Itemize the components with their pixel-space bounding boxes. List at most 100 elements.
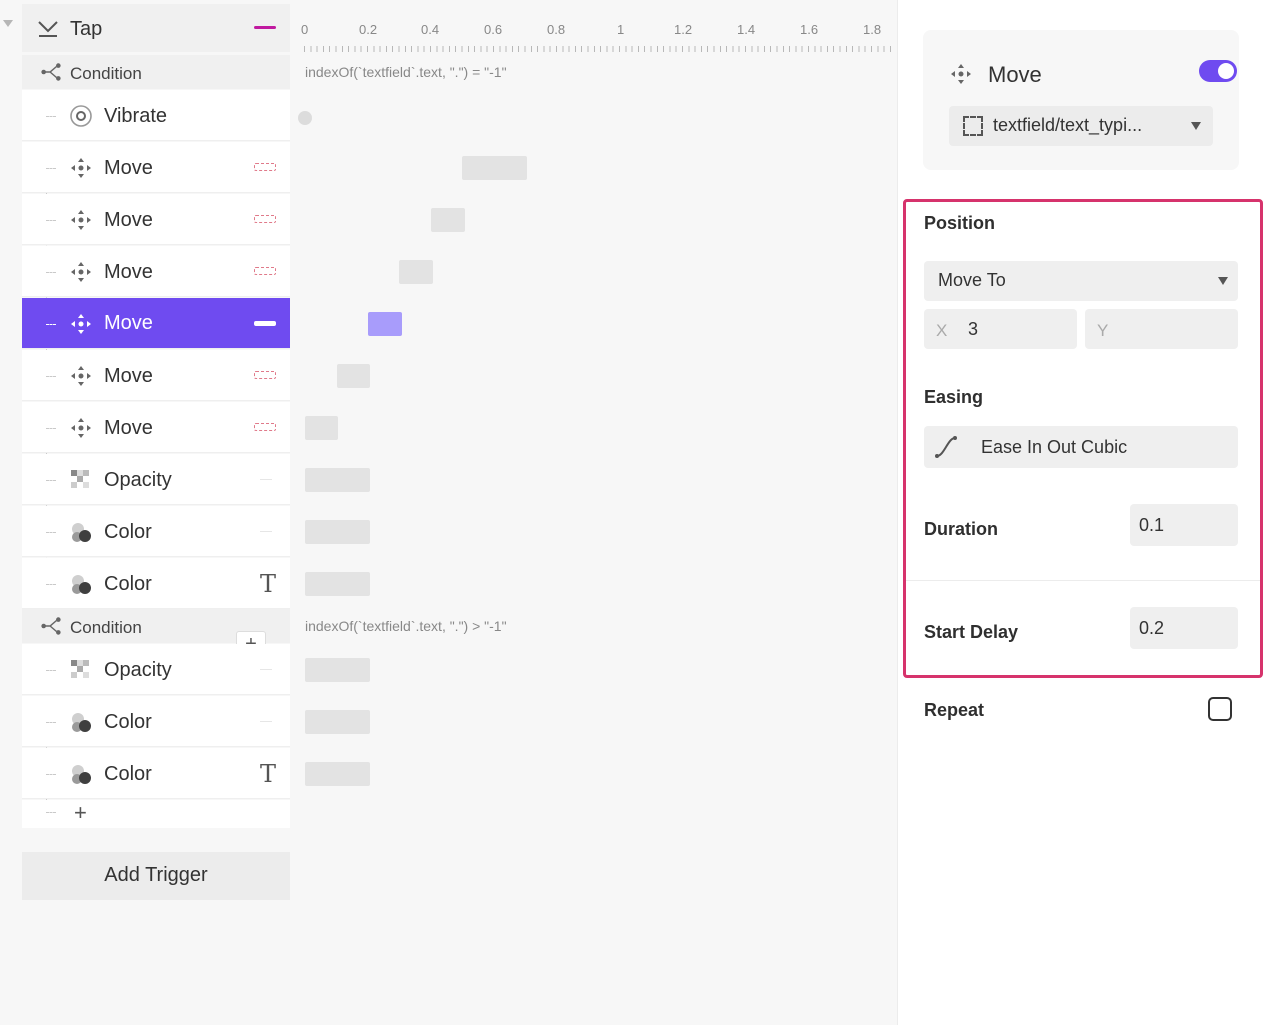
trigger-row-tap[interactable]: Tap — [22, 4, 290, 52]
repeat-label: Repeat — [924, 700, 985, 720]
action-row-color-1[interactable]: Color — [22, 506, 290, 557]
chevron-down-icon — [1191, 122, 1201, 130]
condition-row-1[interactable]: Condition — [22, 55, 290, 89]
timeline-bar-color-4[interactable] — [305, 762, 370, 786]
move-arrows-icon — [71, 366, 91, 386]
timeline-bar-opacity-2[interactable] — [305, 658, 370, 682]
action-row-move-4-selected[interactable]: Move — [22, 298, 290, 349]
action-row-move-1[interactable]: Move — [22, 142, 290, 193]
action-label: Color — [104, 521, 152, 543]
color-drops-icon — [72, 523, 91, 542]
timeline-bar-move-1[interactable] — [462, 156, 527, 180]
timeline-tick: 1.8 — [863, 22, 882, 37]
timeline-bar-color-1[interactable] — [305, 520, 370, 544]
condition-expression-2: indexOf(`textfield`.text, ".") > "-1" — [305, 618, 507, 634]
timeline-ruler[interactable] — [304, 46, 894, 52]
action-label: Move — [104, 157, 153, 179]
timeline-panel: 0 0.2 0.4 0.6 0.8 1 1.2 1.4 1.6 1.8 inde… — [290, 0, 898, 1025]
vibrate-icon — [70, 105, 92, 127]
trigger-label: Tap — [70, 18, 103, 40]
collapse-gutter — [0, 0, 22, 1025]
target-label: textfield/text_typi... — [993, 115, 1143, 135]
color-drops-icon — [72, 575, 91, 594]
condition-label: Condition — [70, 618, 142, 637]
timeline-bar-color-2[interactable] — [305, 572, 370, 596]
move-arrows-icon — [71, 262, 91, 282]
collapse-triangle-icon[interactable] — [3, 20, 13, 27]
action-row-move-5[interactable]: Move — [22, 350, 290, 401]
opacity-checker-icon — [71, 470, 89, 488]
condition-row-2[interactable]: Condition + — [22, 609, 290, 659]
action-label: Move — [104, 209, 153, 231]
action-row-move-2[interactable]: Move — [22, 194, 290, 245]
timeline-bar-color-3[interactable] — [305, 710, 370, 734]
action-header-card: Move textfield/text_typi... — [923, 30, 1239, 170]
timeline-tick: 1 — [617, 22, 625, 37]
timeline-bar-move-6[interactable] — [305, 416, 338, 440]
timeline-tick: 1.2 — [674, 22, 693, 37]
move-arrows-icon — [71, 418, 91, 438]
timeline-bar-move-4-selected[interactable] — [368, 312, 402, 336]
move-arrows-icon — [71, 158, 91, 178]
add-action-row[interactable]: + — [22, 800, 290, 828]
action-title: Move — [988, 62, 1042, 87]
timeline-bar-move-2[interactable] — [431, 208, 465, 232]
action-label: Move — [104, 312, 153, 334]
move-track-badge — [254, 371, 276, 379]
action-row-move-6[interactable]: Move — [22, 402, 290, 453]
layer-frame-icon — [963, 116, 983, 136]
move-track-badge — [254, 321, 276, 326]
add-action-plus-icon[interactable]: + — [74, 800, 87, 826]
action-label: Vibrate — [104, 105, 168, 127]
timeline-tick: 0.4 — [421, 22, 440, 37]
timeline-tick: 1.6 — [800, 22, 819, 37]
condition-branch-icon — [41, 63, 61, 81]
action-label: Opacity — [104, 659, 172, 681]
color-drops-icon — [72, 765, 91, 784]
text-type-icon: T — [259, 570, 276, 598]
action-label: Move — [104, 365, 153, 387]
timeline-tick: 1.4 — [737, 22, 756, 37]
move-arrows-icon — [71, 314, 91, 334]
action-enabled-toggle[interactable] — [1199, 60, 1237, 82]
condition-branch-icon — [41, 617, 61, 635]
vibrate-keyframe[interactable] — [298, 111, 312, 125]
opacity-checker-icon — [71, 660, 89, 678]
condition-expression-1: indexOf(`textfield`.text, ".") = "-1" — [305, 64, 507, 80]
action-row-move-3[interactable]: Move — [22, 246, 290, 297]
move-track-badge — [254, 215, 276, 223]
move-arrows-icon — [71, 210, 91, 230]
move-track-badge — [254, 163, 276, 171]
move-track-badge — [254, 267, 276, 275]
action-label: Opacity — [104, 469, 172, 491]
timeline-tick: 0.8 — [547, 22, 566, 37]
action-row-opacity[interactable]: Opacity — [22, 454, 290, 505]
timeline-tick: 0.6 — [484, 22, 503, 37]
color-drops-icon — [72, 713, 91, 732]
action-row-vibrate[interactable]: Vibrate — [22, 90, 290, 141]
action-row-color-2[interactable]: Color T — [22, 558, 290, 609]
timeline-bar-opacity[interactable] — [305, 468, 370, 492]
add-trigger-label: Add Trigger — [104, 864, 208, 886]
action-row-color-3[interactable]: Color — [22, 696, 290, 747]
condition-label: Condition — [70, 64, 142, 83]
trigger-marker — [254, 26, 276, 29]
move-track-badge — [254, 423, 276, 431]
action-row-color-4[interactable]: Color T — [22, 748, 290, 799]
repeat-checkbox[interactable] — [1208, 697, 1232, 721]
action-label: Color — [104, 711, 152, 733]
text-type-icon: T — [259, 760, 276, 788]
action-label: Move — [104, 261, 153, 283]
action-row-opacity-2[interactable]: Opacity — [22, 644, 290, 695]
highlight-annotation-box — [903, 199, 1263, 678]
action-label: Move — [104, 417, 153, 439]
move-arrows-icon — [951, 64, 971, 84]
add-trigger-button[interactable]: Add Trigger — [22, 852, 290, 900]
timeline-bar-move-5[interactable] — [337, 364, 370, 388]
timeline-bar-move-3[interactable] — [399, 260, 433, 284]
action-label: Color — [104, 573, 152, 595]
timeline-tick: 0.2 — [359, 22, 378, 37]
timeline-tick: 0 — [301, 22, 309, 37]
tap-trigger-icon — [38, 21, 58, 37]
target-select[interactable]: textfield/text_typi... — [949, 106, 1213, 146]
